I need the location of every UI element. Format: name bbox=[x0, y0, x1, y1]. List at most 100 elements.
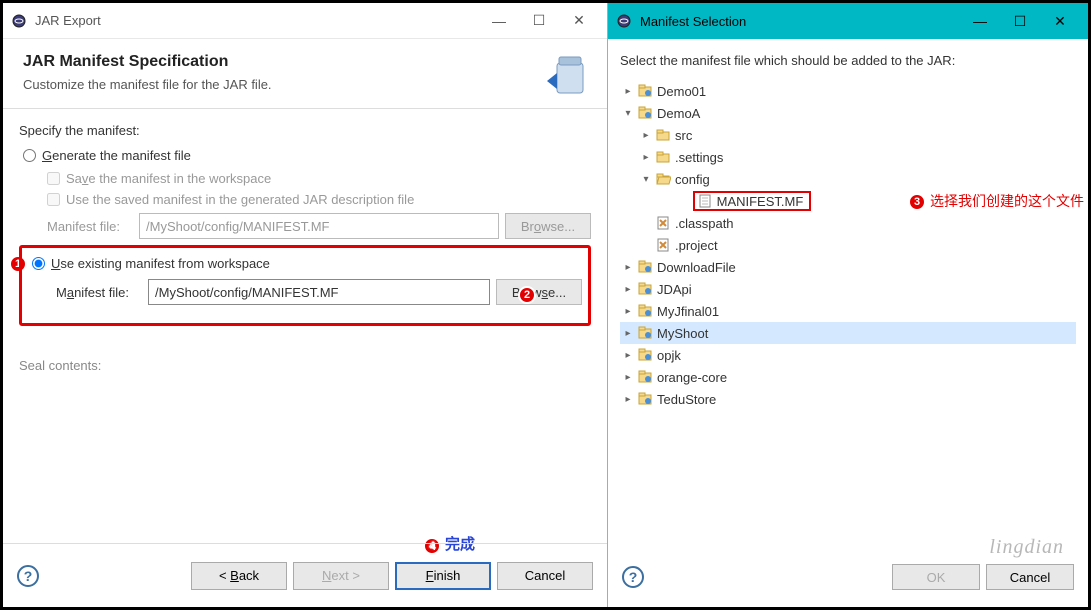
help-icon[interactable]: ? bbox=[622, 566, 644, 588]
jar-icon bbox=[547, 51, 593, 97]
project-icon bbox=[636, 347, 654, 363]
project-icon bbox=[636, 325, 654, 341]
project-icon bbox=[636, 259, 654, 275]
eclipse-icon bbox=[11, 13, 27, 29]
selection-titlebar: Manifest Selection — ☐ ✕ bbox=[608, 3, 1088, 39]
tree-item[interactable]: ▸orange-core bbox=[620, 366, 1076, 388]
tree-arrow[interactable]: ▸ bbox=[620, 350, 636, 361]
save-checkbox bbox=[47, 172, 60, 185]
minimize-button[interactable]: — bbox=[479, 7, 519, 35]
finish-button[interactable]: Finish bbox=[395, 562, 491, 590]
tree-item[interactable]: ▸ opjk bbox=[620, 344, 1076, 366]
tree-arrow[interactable]: ▸ bbox=[620, 262, 636, 273]
instruction: Select the manifest file which should be… bbox=[620, 53, 1076, 68]
export-titlebar: JAR Export — ☐ ✕ bbox=[3, 3, 607, 39]
close-button[interactable]: ✕ bbox=[1040, 7, 1080, 35]
cancel-button[interactable]: Cancel bbox=[986, 564, 1074, 590]
annotation-3: 3选择我们创建的这个文件 bbox=[908, 191, 1084, 211]
seal-label: Seal contents: bbox=[19, 358, 591, 373]
tree-arrow[interactable]: ▸ bbox=[620, 86, 636, 97]
jar-export-dialog: JAR Export — ☐ ✕ JAR Manifest Specificat… bbox=[3, 3, 608, 607]
manifest-label2: Manifest file: bbox=[56, 285, 148, 300]
tree-item[interactable]: ▸ Demo01 bbox=[620, 80, 1076, 102]
export-title: JAR Export bbox=[35, 13, 479, 28]
tree-arrow[interactable]: ▾ bbox=[638, 174, 654, 185]
tree-item[interactable]: .project bbox=[620, 234, 1076, 256]
file-tree[interactable]: ▸Demo01▾DemoA▸src▸.settings▾config MANIF… bbox=[620, 80, 1076, 410]
tree-label: src bbox=[675, 128, 692, 143]
tree-label: MyShoot bbox=[657, 326, 708, 341]
close-button[interactable]: ✕ bbox=[559, 7, 599, 35]
use-existing-radio-row[interactable]: Use existing manifest from workspace bbox=[28, 256, 582, 271]
save-check-row: Save the manifest in the workspace bbox=[19, 171, 591, 186]
project-icon bbox=[636, 391, 654, 407]
maximize-button[interactable]: ☐ bbox=[519, 7, 559, 35]
back-button[interactable]: < Back bbox=[191, 562, 287, 590]
manifest-input-disabled bbox=[139, 213, 499, 239]
help-icon[interactable]: ? bbox=[17, 565, 39, 587]
wizard-body: Specify the manifest: Generate the manif… bbox=[3, 109, 607, 543]
wizard-footer: ? < Back Next > Finish Cancel bbox=[3, 543, 607, 607]
tree-label: opjk bbox=[657, 348, 681, 363]
tree-item[interactable]: ▸ src bbox=[620, 124, 1076, 146]
header-sub: Customize the manifest file for the JAR … bbox=[23, 77, 587, 92]
tree-arrow[interactable]: ▸ bbox=[620, 372, 636, 383]
selection-body: Select the manifest file which should be… bbox=[608, 39, 1088, 547]
manifest-field-enabled: Manifest file: Browse... bbox=[28, 279, 582, 305]
manifest-input[interactable] bbox=[148, 279, 490, 305]
use-saved-checkbox bbox=[47, 193, 60, 206]
tree-label: DemoA bbox=[657, 106, 700, 121]
tree-item[interactable]: .classpath bbox=[620, 212, 1076, 234]
tree-item[interactable]: ▸ MyShoot bbox=[620, 322, 1076, 344]
folder-open-icon bbox=[654, 171, 672, 187]
tree-label: JDApi bbox=[657, 282, 692, 297]
manifest-field-disabled: Manifest file: Browse... bbox=[19, 213, 591, 239]
tree-arrow[interactable]: ▸ bbox=[620, 306, 636, 317]
project-icon bbox=[636, 303, 654, 319]
browse-button[interactable]: Browse... bbox=[496, 279, 582, 305]
watermark: lingdian bbox=[989, 536, 1064, 559]
folder-icon bbox=[654, 149, 672, 165]
minimize-button[interactable]: — bbox=[960, 7, 1000, 35]
highlight-box: Use existing manifest from workspace 2 M… bbox=[19, 245, 591, 326]
use-saved-check-row: Use the saved manifest in the generated … bbox=[19, 192, 591, 207]
xfile-icon bbox=[654, 237, 672, 253]
tree-arrow[interactable]: ▸ bbox=[620, 284, 636, 295]
tree-item[interactable]: ▾ config bbox=[620, 168, 1076, 190]
tree-label: TeduStore bbox=[657, 392, 716, 407]
project-icon bbox=[636, 369, 654, 385]
tree-label: Demo01 bbox=[657, 84, 706, 99]
tree-item[interactable]: ▸ DownloadFile bbox=[620, 256, 1076, 278]
tree-arrow[interactable]: ▸ bbox=[620, 328, 636, 339]
manifest-label: Manifest file: bbox=[47, 219, 139, 234]
tree-label: .project bbox=[675, 238, 718, 253]
tree-arrow[interactable]: ▸ bbox=[638, 152, 654, 163]
eclipse-icon bbox=[616, 13, 632, 29]
tree-item[interactable]: ▸ TeduStore bbox=[620, 388, 1076, 410]
tree-label: config bbox=[675, 172, 710, 187]
project-icon bbox=[636, 105, 654, 121]
highlighted-file[interactable]: MANIFEST.MF bbox=[693, 191, 811, 211]
next-button: Next > bbox=[293, 562, 389, 590]
tree-arrow[interactable]: ▸ bbox=[638, 130, 654, 141]
project-icon bbox=[636, 83, 654, 99]
tree-arrow[interactable]: ▸ bbox=[620, 394, 636, 405]
tree-item[interactable]: ▸ JDApi bbox=[620, 278, 1076, 300]
manifest-selection-dialog: Manifest Selection — ☐ ✕ Select the mani… bbox=[608, 3, 1088, 607]
selection-title: Manifest Selection bbox=[640, 14, 960, 29]
wizard-header: JAR Manifest Specification Customize the… bbox=[3, 39, 607, 109]
generate-radio-row[interactable]: Generate the manifest file bbox=[19, 148, 591, 163]
project-icon bbox=[636, 281, 654, 297]
tree-item[interactable]: ▸.settings bbox=[620, 146, 1076, 168]
tree-label: MyJfinal01 bbox=[657, 304, 719, 319]
generate-radio[interactable] bbox=[23, 149, 36, 162]
tree-item[interactable]: ▾ DemoA bbox=[620, 102, 1076, 124]
tree-arrow[interactable]: ▾ bbox=[620, 108, 636, 119]
use-existing-radio[interactable] bbox=[32, 257, 45, 270]
ok-button: OK bbox=[892, 564, 980, 590]
maximize-button[interactable]: ☐ bbox=[1000, 7, 1040, 35]
tree-label: .classpath bbox=[675, 216, 734, 231]
tree-label: DownloadFile bbox=[657, 260, 736, 275]
cancel-button[interactable]: Cancel bbox=[497, 562, 593, 590]
tree-item[interactable]: ▸ MyJfinal01 bbox=[620, 300, 1076, 322]
